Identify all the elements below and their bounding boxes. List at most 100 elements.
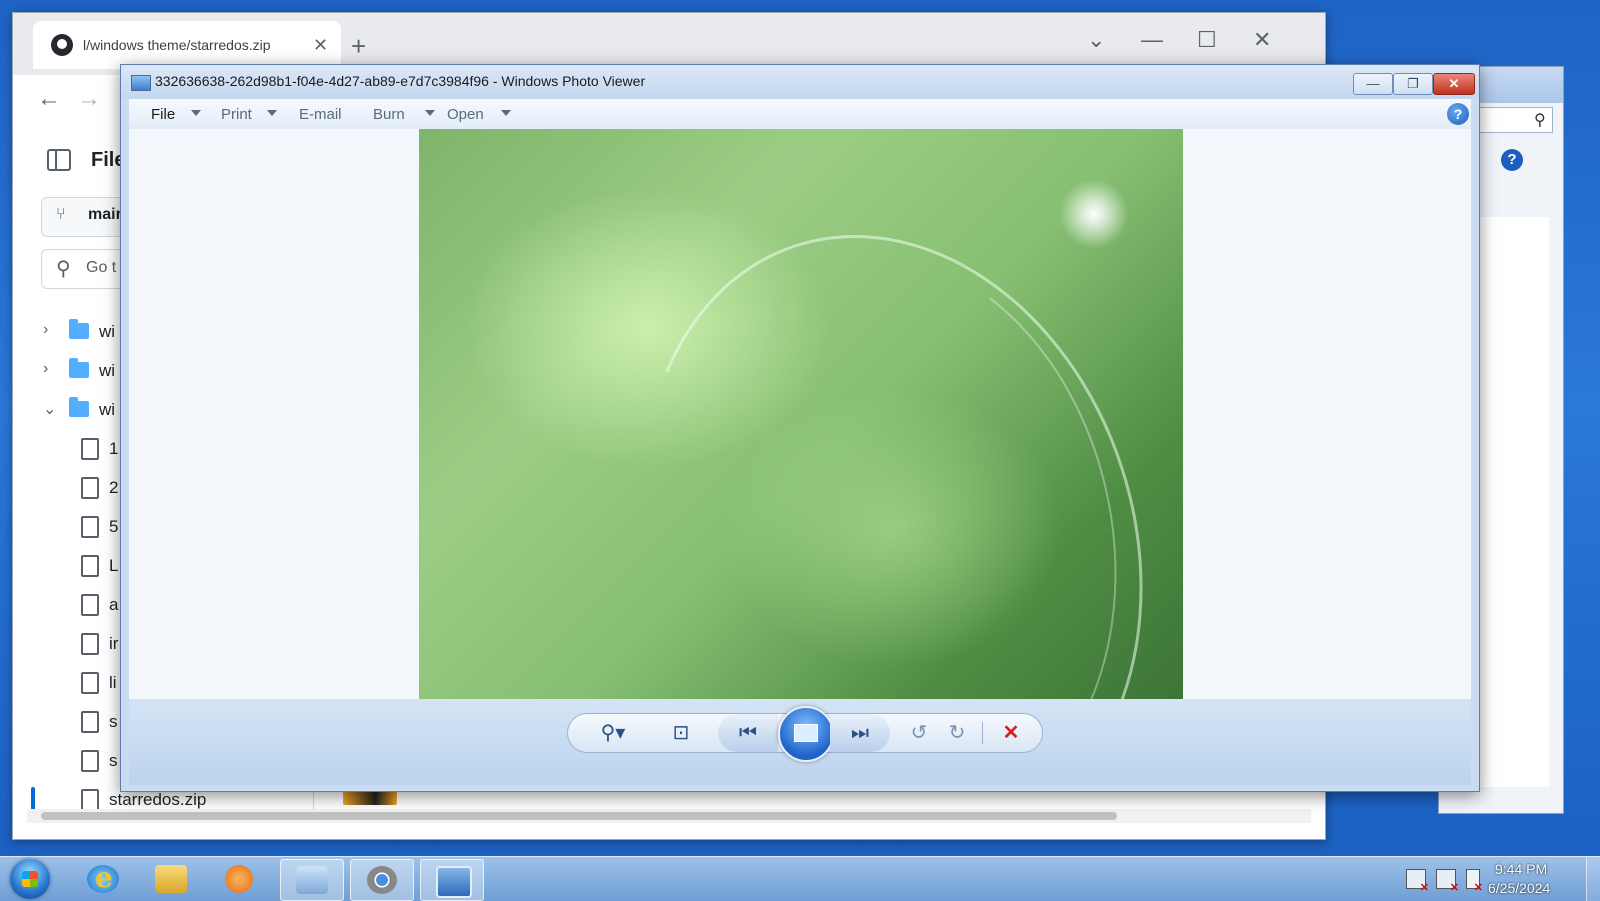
taskbar-chrome[interactable]	[350, 859, 414, 901]
browser-tab[interactable]: l/windows theme/starredos.zip ✕	[33, 21, 341, 69]
rotate-counterclockwise-icon[interactable]: ↺	[904, 720, 934, 745]
taskbar: 9:44 PM 6/25/2024	[0, 856, 1600, 901]
tree-item-name: wi	[99, 361, 116, 380]
menu-open[interactable]: Open	[447, 106, 484, 123]
close-button[interactable]: ✕	[1433, 73, 1475, 95]
toolbar-divider	[982, 722, 983, 744]
file-icon	[81, 711, 99, 733]
remote-desktop-icon	[296, 866, 328, 894]
file-icon	[81, 594, 99, 616]
file-icon	[81, 789, 99, 811]
forward-arrow-icon[interactable]: →	[77, 85, 101, 113]
taskbar-windows-explorer[interactable]	[140, 859, 202, 899]
chevron-down-icon[interactable]	[501, 110, 511, 116]
folder-icon	[69, 319, 89, 339]
file-icon	[81, 477, 99, 499]
tree-item-name: ir	[109, 634, 119, 653]
back-arrow-icon[interactable]: ←	[37, 85, 61, 113]
actual-size-icon[interactable]: ⊡	[666, 720, 696, 745]
browser-maximize-button[interactable]: ☐	[1197, 27, 1217, 53]
displayed-photo	[419, 129, 1183, 699]
tree-item-name: a	[109, 595, 119, 614]
show-desktop-button[interactable]	[1586, 857, 1600, 901]
git-branch-icon: ⑂	[56, 206, 66, 223]
delete-icon[interactable]: ✕	[996, 720, 1026, 745]
slideshow-button[interactable]	[778, 706, 834, 762]
tree-item-name: L	[109, 556, 119, 575]
horizontal-scrollbar[interactable]	[27, 809, 1311, 823]
playback-controls: ⚲▾ ⊡ ⏮ ⏭ ↺ ↻ ✕	[567, 706, 1043, 762]
browser-minimize-button[interactable]: —	[1141, 27, 1163, 53]
file-icon	[81, 672, 99, 694]
photo-viewer-window: 332636638-262d98b1-f04e-4d27-ab89-e7d7c3…	[120, 64, 1480, 792]
chrome-icon	[367, 866, 397, 894]
help-icon[interactable]: ?	[1447, 103, 1469, 125]
branch-name: mair	[88, 206, 122, 223]
tab-search-icon[interactable]: ⌄	[1087, 27, 1105, 53]
slideshow-icon	[794, 724, 818, 742]
restore-button[interactable]: ❐	[1393, 73, 1433, 95]
rotate-clockwise-icon[interactable]: ↻	[942, 720, 972, 745]
file-icon	[81, 438, 99, 460]
taskbar-remote-desktop[interactable]	[280, 859, 344, 901]
minimize-button[interactable]: —	[1353, 73, 1393, 95]
search-icon: ⚲	[1534, 112, 1546, 129]
help-icon[interactable]: ?	[1501, 149, 1523, 171]
tab-close-icon[interactable]: ✕	[313, 35, 328, 56]
tree-item-name: wi	[99, 322, 116, 341]
chevron-right-icon[interactable]: ›	[43, 360, 48, 378]
folder-icon	[155, 865, 187, 893]
menu-file[interactable]: File	[151, 106, 175, 123]
photo-viewer-menubar: File Print E-mail Burn Open ?	[129, 99, 1471, 129]
file-icon	[81, 555, 99, 577]
network-icon[interactable]	[1436, 869, 1459, 894]
clock-date[interactable]: 6/25/2024	[1488, 880, 1550, 896]
taskbar-media-player[interactable]	[208, 859, 270, 899]
folder-open-icon	[69, 397, 89, 417]
zoom-icon[interactable]: ⚲▾	[598, 720, 628, 745]
clock-time[interactable]: 9:44 PM	[1495, 861, 1547, 877]
go-to-file-placeholder: Go t	[86, 259, 117, 276]
photo-viewer-controlbar-area: ⚲▾ ⊡ ⏮ ⏭ ↺ ↻ ✕	[129, 699, 1471, 785]
tree-item-name: li	[109, 673, 117, 692]
chevron-right-icon[interactable]: ›	[43, 321, 48, 339]
taskbar-photo-viewer[interactable]	[420, 859, 484, 901]
chevron-down-icon[interactable]	[425, 110, 435, 116]
taskbar-internet-explorer[interactable]	[72, 859, 134, 899]
next-icon[interactable]: ⏭	[830, 714, 890, 752]
scrollbar-thumb[interactable]	[41, 812, 1117, 820]
menu-print[interactable]: Print	[221, 106, 252, 123]
photo-light-flare	[1059, 179, 1129, 249]
tree-item-name: s	[109, 751, 118, 770]
photo-viewer-app-icon	[131, 75, 151, 91]
file-icon	[81, 516, 99, 538]
previous-icon[interactable]: ⏮	[718, 714, 778, 752]
github-icon	[51, 34, 73, 56]
tree-item-name: starredos.zip	[109, 790, 207, 809]
file-icon	[81, 633, 99, 655]
file-icon	[81, 750, 99, 772]
photo-viewer-titlebar[interactable]: 332636638-262d98b1-f04e-4d27-ab89-e7d7c3…	[121, 65, 1479, 99]
start-button[interactable]	[10, 859, 50, 899]
photo-viewer-icon	[436, 866, 472, 898]
photo-canvas	[129, 129, 1471, 699]
chevron-down-icon[interactable]: ⌄	[43, 399, 56, 419]
tree-item-name: 5	[109, 517, 119, 536]
menu-email[interactable]: E-mail	[299, 106, 342, 123]
tree-item-name: 1	[109, 439, 119, 458]
tree-item-name: s	[109, 712, 118, 731]
new-tab-button[interactable]: +	[351, 31, 366, 62]
folder-icon	[69, 358, 89, 378]
chevron-down-icon[interactable]	[191, 110, 201, 116]
photo-light-ring	[613, 209, 1169, 699]
chevron-down-icon[interactable]	[267, 110, 277, 116]
action-center-flag-icon[interactable]	[1406, 869, 1429, 894]
browser-close-button[interactable]: ✕	[1253, 27, 1271, 53]
tree-item-name: 2	[109, 478, 119, 497]
media-player-icon	[225, 865, 253, 893]
side-panel-icon[interactable]	[47, 149, 71, 171]
search-icon: ⚲	[56, 258, 71, 280]
internet-explorer-icon	[87, 861, 119, 894]
volume-muted-icon[interactable]	[1466, 869, 1483, 894]
menu-burn[interactable]: Burn	[373, 106, 405, 123]
